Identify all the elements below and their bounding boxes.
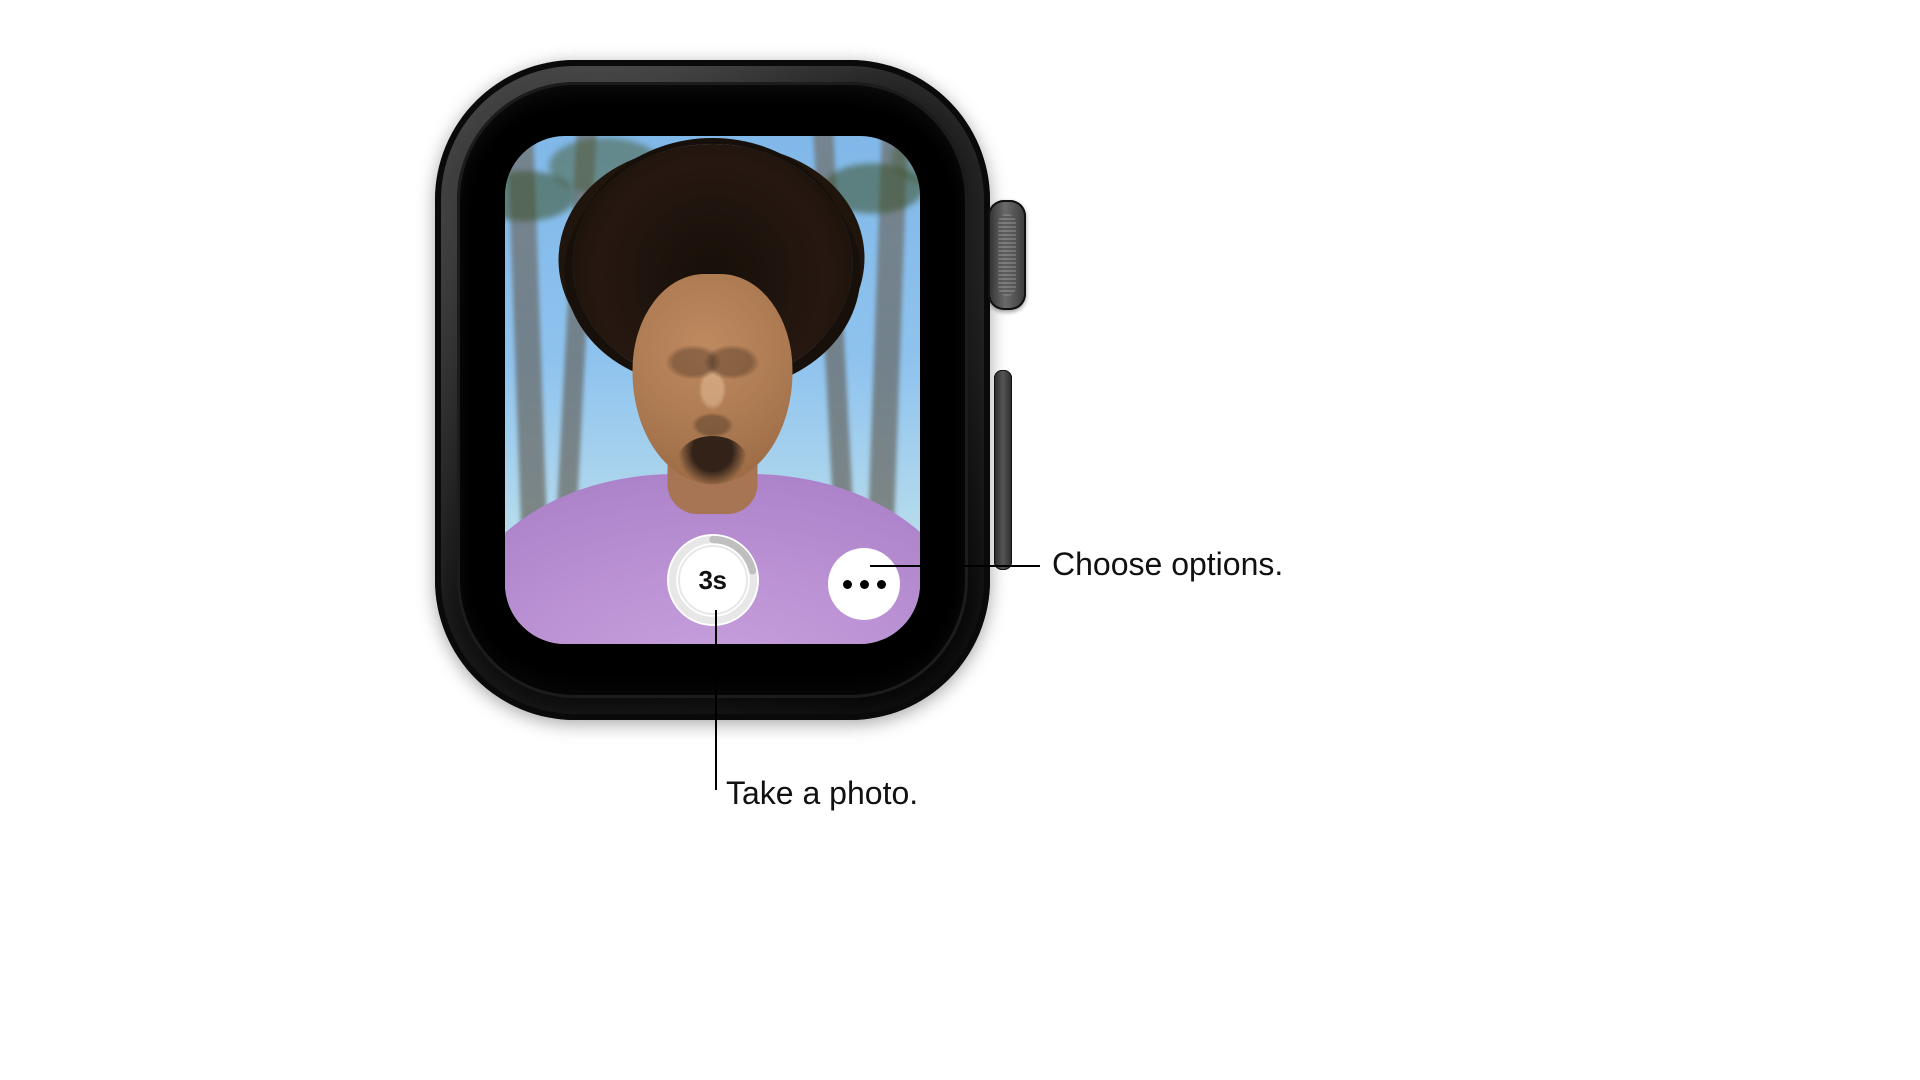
callout-leader — [715, 610, 717, 790]
callout-take-photo: Take a photo. — [726, 775, 918, 812]
ellipsis-icon — [843, 580, 852, 589]
figure-stage: 3s Choose options. Take a photo. — [0, 0, 1920, 1080]
digital-crown[interactable] — [988, 200, 1026, 310]
shutter-timer-ring — [667, 534, 759, 626]
watch-case: 3s — [435, 60, 990, 720]
callout-choose-options: Choose options. — [1052, 546, 1283, 583]
more-options-button[interactable] — [828, 548, 900, 620]
ellipsis-icon — [860, 580, 869, 589]
ellipsis-icon — [877, 580, 886, 589]
callout-leader — [870, 565, 1040, 567]
watch-side-button[interactable] — [994, 370, 1012, 570]
watch-screen: 3s — [505, 136, 920, 644]
camera-viewfinder[interactable]: 3s — [505, 136, 920, 644]
shutter-button[interactable]: 3s — [667, 534, 759, 626]
